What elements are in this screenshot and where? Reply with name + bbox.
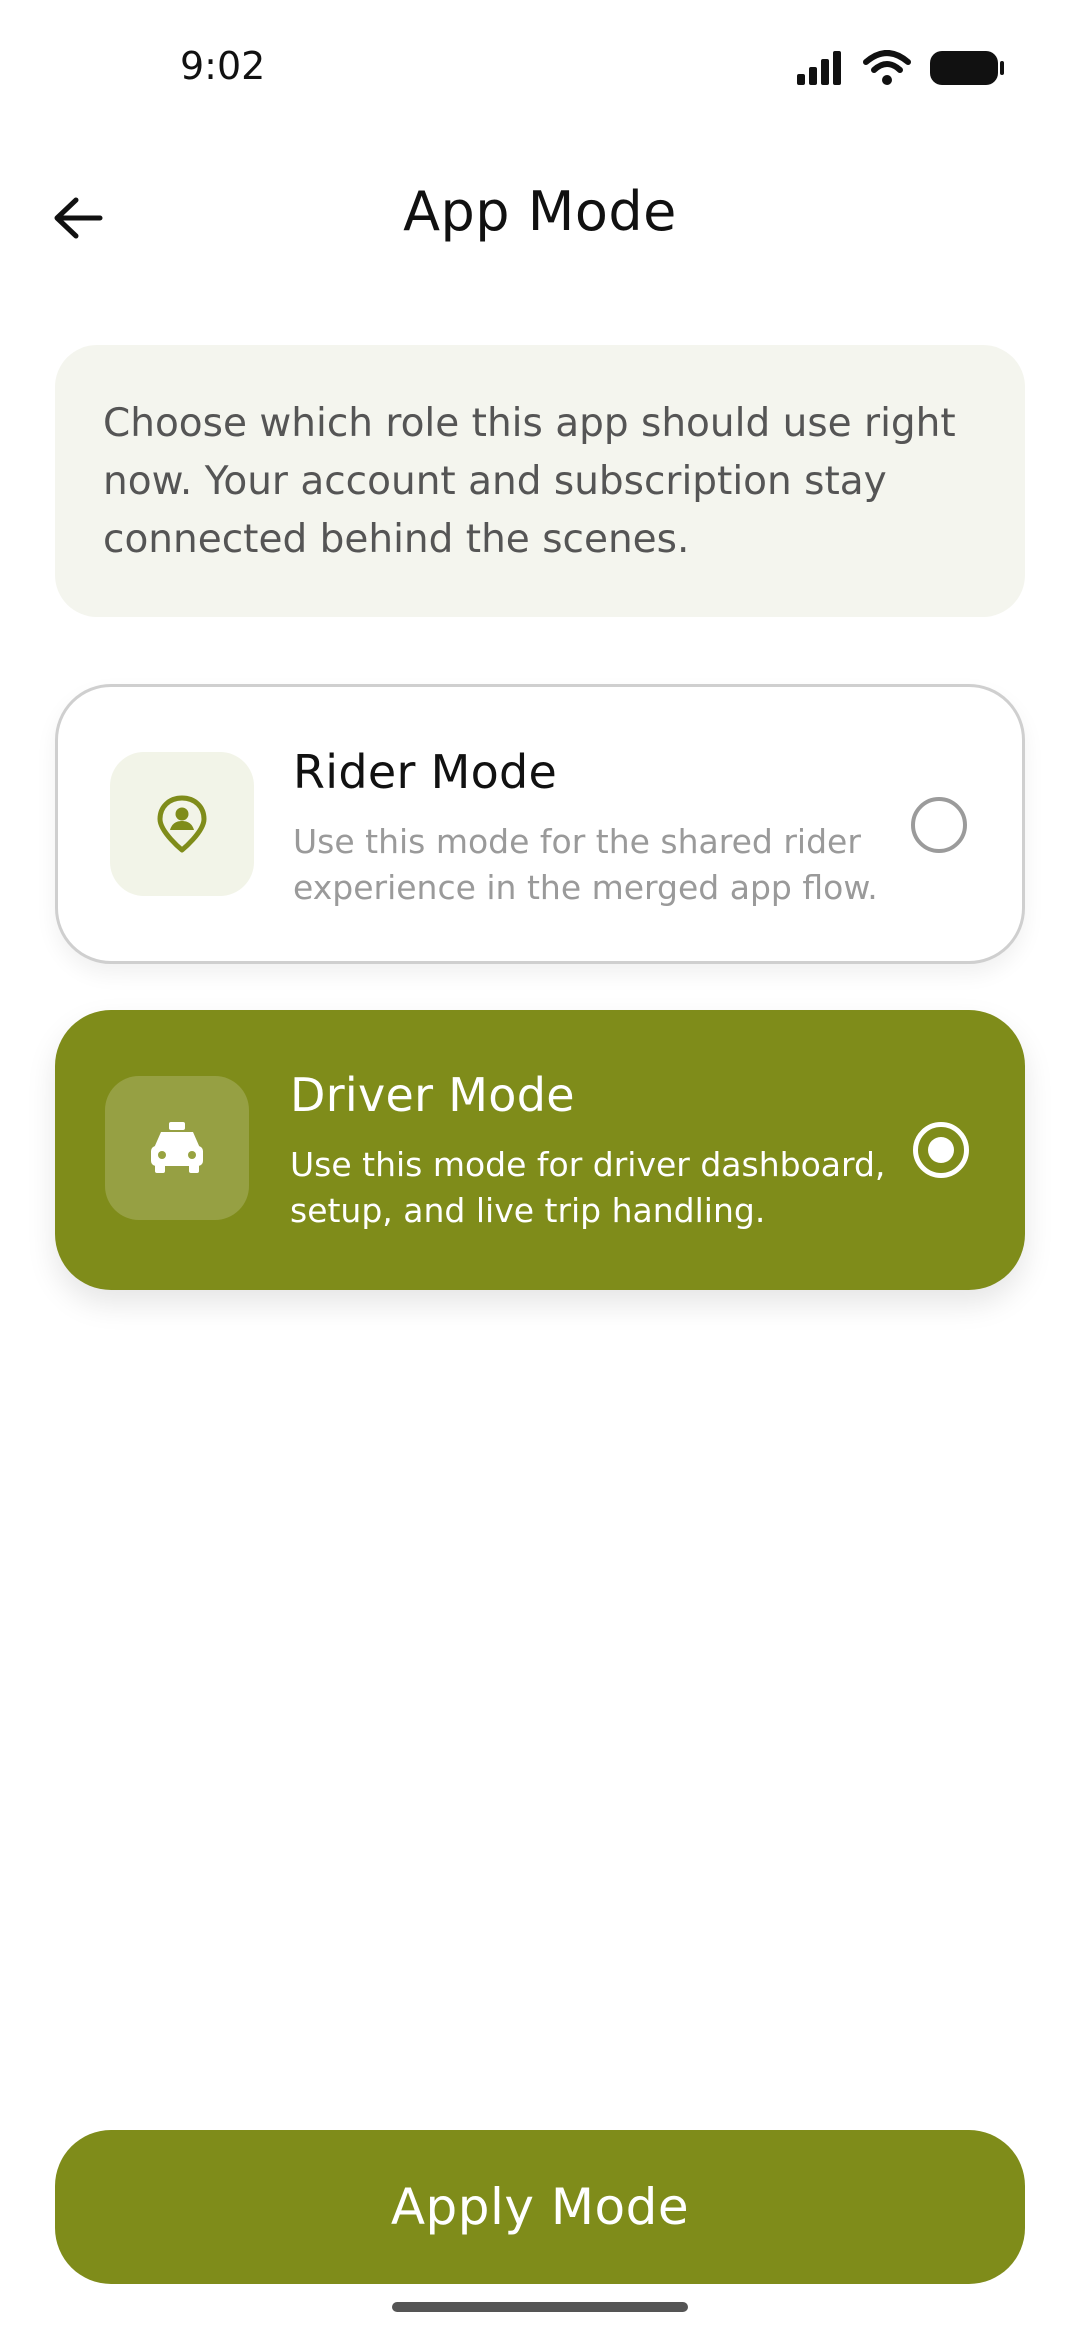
driver-mode-card[interactable]: Driver Mode Use this mode for driver das… bbox=[55, 1010, 1025, 1290]
rider-mode-title: Rider Mode bbox=[293, 745, 558, 799]
driver-icon-container bbox=[105, 1076, 249, 1220]
rider-mode-radio[interactable] bbox=[911, 797, 967, 853]
status-bar: 9:02 bbox=[0, 0, 1080, 140]
driver-mode-radio[interactable] bbox=[913, 1122, 969, 1178]
driver-mode-title: Driver Mode bbox=[290, 1068, 575, 1122]
person-pin-icon bbox=[157, 795, 207, 853]
home-indicator bbox=[392, 2302, 688, 2312]
taxi-icon bbox=[151, 1122, 203, 1173]
rider-mode-card[interactable]: Rider Mode Use this mode for the shared … bbox=[55, 684, 1025, 964]
apply-mode-button[interactable]: Apply Mode bbox=[55, 2130, 1025, 2284]
rider-mode-description: Use this mode for the shared rider exper… bbox=[293, 822, 878, 907]
signal-icon bbox=[797, 51, 841, 85]
info-box: Choose which role this app should use ri… bbox=[55, 345, 1025, 617]
driver-mode-description: Use this mode for driver dashboard, setu… bbox=[290, 1145, 886, 1230]
status-time: 9:02 bbox=[180, 44, 266, 88]
status-icons bbox=[795, 50, 1005, 86]
wifi-icon bbox=[863, 50, 911, 85]
rider-icon-container bbox=[110, 752, 254, 896]
radio-selected-dot bbox=[928, 1137, 954, 1163]
page-title: App Mode bbox=[403, 180, 677, 243]
battery-icon bbox=[930, 51, 1004, 85]
header: App Mode bbox=[0, 160, 1080, 270]
